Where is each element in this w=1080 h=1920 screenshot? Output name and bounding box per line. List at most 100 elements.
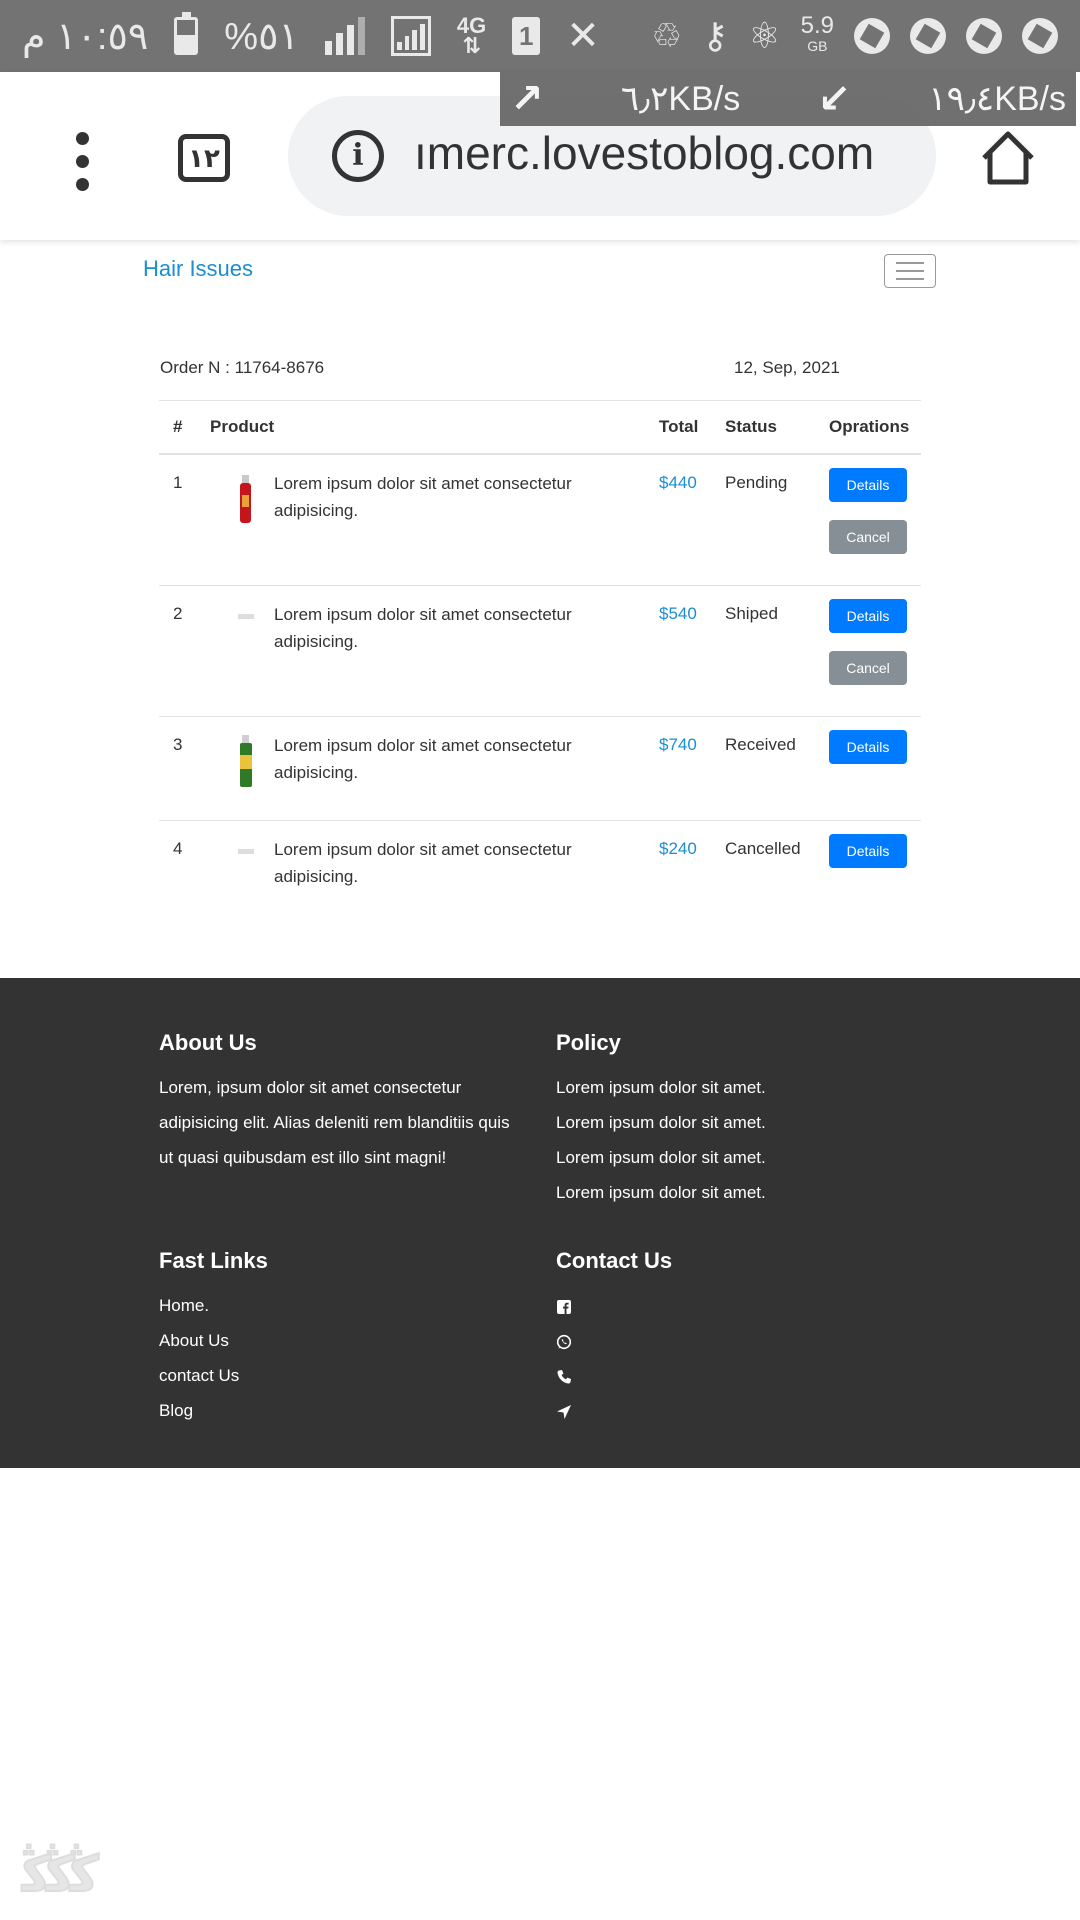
footer-contact: Contact Us [556,1248,916,1428]
order-total: $540 [659,604,697,623]
url-text[interactable]: ımerc.lovestoblog.com [414,126,874,180]
navbar-toggle-button[interactable] [884,254,936,288]
footer-about-text: Lorem, ipsum dolor sit amet consectetur … [159,1078,510,1167]
row-index: 3 [173,735,183,754]
facebook-icon[interactable] [556,1299,572,1315]
product-name: Lorem ipsum dolor sit amet consectetur a… [274,605,572,651]
aperture-icon [966,18,1002,54]
site-footer: About Us Lorem, ipsum dolor sit amet con… [0,978,1080,1468]
recycle-icon: ♲ [651,17,682,55]
battery-icon [174,12,199,55]
network-speed-overlay: ↗ ٦٫٢KB/s ↙ ١٩٫٤KB/s [500,72,1076,126]
status-bar-right: ♲ ⚷ ⚛ 5.9 GB [651,14,1058,57]
atom-icon: ⚛ [748,15,781,56]
product-image [238,849,254,854]
footer-link-contact[interactable]: contact Us [159,1358,519,1393]
storage-unit: GB [807,38,828,54]
brand-link[interactable]: Hair Issues [143,256,253,282]
order-status: Cancelled [725,839,801,858]
order-date: 12, Sep, 2021 [734,358,840,377]
policy-item: Lorem ipsum dolor sit amet. [556,1113,766,1132]
signal-boxed-icon [390,16,431,56]
column-header-status: Status [725,417,777,436]
order-number: Order N : 11764-8676 [160,358,325,377]
clock: ١٠:٥٩ م [22,15,149,58]
policy-item: Lorem ipsum dolor sit amet. [556,1078,766,1097]
aperture-icon [910,18,946,54]
product-image [240,735,252,787]
phone-icon[interactable] [556,1369,572,1385]
location-arrow-icon[interactable] [556,1404,572,1420]
status-bar-left: ١٠:٥٩ م %٥١ 4G ⇅ 1 ✕ [22,12,600,59]
contact-icons-list [556,1288,916,1428]
details-button[interactable]: Details [829,834,907,868]
upload-arrow-icon: ↗ [510,77,544,121]
order-total: $440 [659,473,697,492]
order-status: Received [725,735,796,754]
row-index: 2 [173,604,183,623]
vibrate-icon: ✕ [566,14,600,58]
download-arrow-icon: ↙ [817,77,852,121]
footer-policy: Policy Lorem ipsum dolor sit amet. Lorem… [556,1030,916,1210]
order-total: $240 [659,839,697,858]
more-menu-icon[interactable] [76,132,90,191]
table-row: 4 Lorem ipsum dolor sit amet consectetur… [159,821,921,921]
table-row: 2 Lorem ipsum dolor sit amet consectetur… [159,586,921,717]
cancel-button[interactable]: Cancel [829,520,907,554]
info-icon[interactable]: i [332,130,384,182]
storage-indicator: 5.9 GB [801,14,834,56]
table-row: 1 Lorem ipsum dolor sit amet consectetur… [159,455,921,586]
product-name: Lorem ipsum dolor sit amet consectetur a… [274,736,572,782]
key-icon: ⚷ [701,15,729,56]
policy-item: Lorem ipsum dolor sit amet. [556,1183,766,1202]
home-icon[interactable] [978,128,1038,188]
policy-item: Lorem ipsum dolor sit amet. [556,1148,766,1167]
footer-link-about[interactable]: About Us [159,1323,519,1358]
network-type-icon: 4G ⇅ [456,13,487,58]
row-index: 1 [173,473,183,492]
aperture-icon [1022,18,1058,54]
footer-link-home[interactable]: Home. [159,1288,519,1323]
footer-fast-links: Fast Links Home. About Us contact Us Blo… [159,1248,519,1428]
signal-icon [324,17,365,55]
footer-policy-title: Policy [556,1030,621,1055]
aperture-icon [854,18,890,54]
whatsapp-icon[interactable] [556,1334,572,1350]
fast-links-list: Home. About Us contact Us Blog [159,1288,519,1428]
row-operations: Details Cancel [829,468,907,554]
network-type: 4G [456,13,487,38]
product-image [240,475,251,523]
table-row: 3 Lorem ipsum dolor sit amet consectetur… [159,717,921,821]
column-header-operations: Oprations [829,417,910,436]
row-operations: Details Cancel [829,599,907,685]
policy-list: Lorem ipsum dolor sit amet. Lorem ipsum … [556,1070,916,1210]
download-speed: ١٩٫٤KB/s [928,80,1066,118]
sim-icon: 1 [512,17,541,55]
product-image [238,614,254,619]
details-button[interactable]: Details [829,599,907,633]
browser-toolbar: ١٢ i ımerc.lovestoblog.com ↗ ٦٫٢KB/s ↙ ١… [0,72,1080,240]
footer-about: About Us Lorem, ipsum dolor sit amet con… [159,1030,519,1175]
product-name: Lorem ipsum dolor sit amet consectetur a… [274,840,572,886]
tab-switcher-button[interactable]: ١٢ [178,134,230,182]
footer-link-blog[interactable]: Blog [159,1393,519,1428]
storage-value: 5.9 [800,12,834,39]
order-section: Order N : 11764-8676 12, Sep, 2021 # Pro… [159,350,921,921]
order-status: Pending [725,473,788,492]
product-name: Lorem ipsum dolor sit amet consectetur a… [274,474,572,520]
table-header: # Product Total Status Oprations [159,400,921,455]
cancel-button[interactable]: Cancel [829,651,907,685]
details-button[interactable]: Details [829,730,907,764]
status-bar: ١٠:٥٩ م %٥١ 4G ⇅ 1 ✕ ♲ ⚷ ⚛ 5.9 GB [0,0,1080,72]
footer-contact-title: Contact Us [556,1248,673,1273]
row-operations: Details [829,730,907,764]
details-button[interactable]: Details [829,468,907,502]
row-index: 4 [173,839,183,858]
column-header-index: # [173,417,183,436]
row-operations: Details [829,834,907,868]
column-header-product: Product [210,417,275,436]
watermark-logo: ﯕﯕﯕ [21,1845,94,1903]
upload-speed: ٦٫٢KB/s [620,80,741,118]
battery-percent: %٥١ [224,15,299,58]
footer-about-title: About Us [159,1030,257,1055]
